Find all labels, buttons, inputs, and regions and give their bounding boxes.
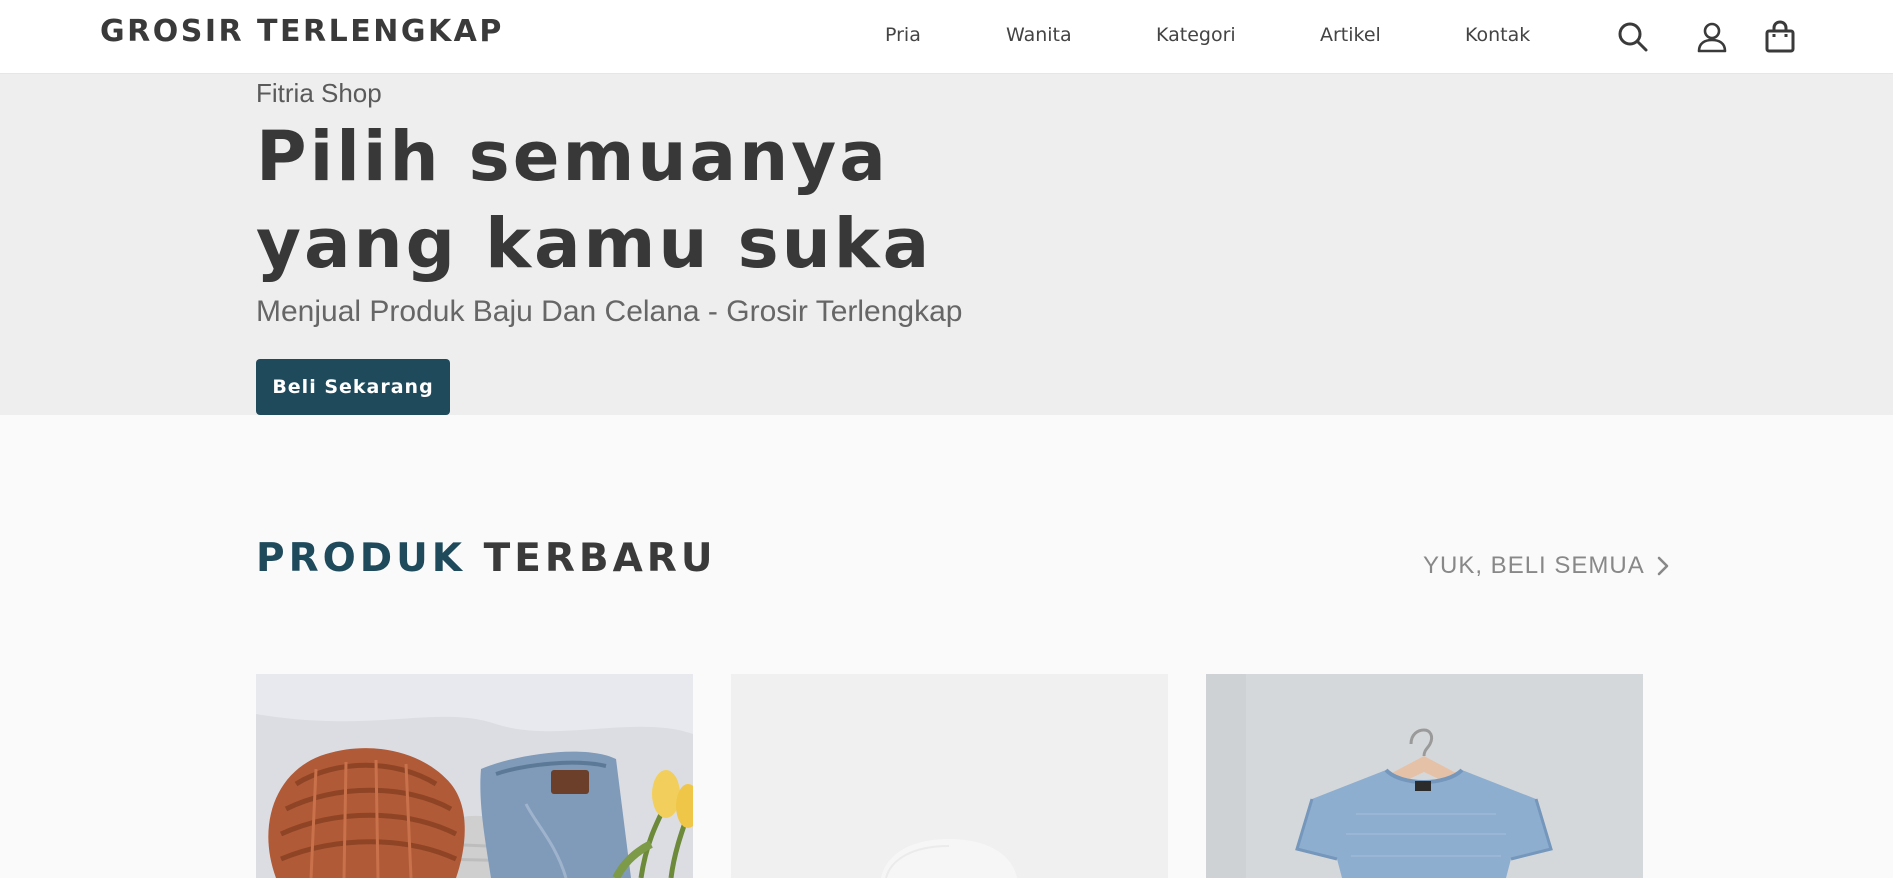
hero-title-line-1: Pilih semuanya: [256, 117, 889, 197]
section-title: PRODUK TERBARU: [256, 536, 717, 581]
hero-title-line-2: yang kamu suka: [256, 204, 933, 284]
shopping-bag-icon[interactable]: [1761, 18, 1799, 56]
nav-item-pria[interactable]: Pria: [885, 24, 921, 46]
see-all-link[interactable]: YUK, BELI SEMUA: [1423, 552, 1671, 580]
product-image-beanie-jeans: [256, 674, 693, 878]
nav-item-kontak[interactable]: Kontak: [1465, 24, 1530, 46]
product-image-white-garment: [731, 674, 1168, 878]
chevron-right-icon: [1657, 556, 1669, 576]
nav-item-wanita[interactable]: Wanita: [1006, 24, 1072, 46]
user-icon[interactable]: [1693, 18, 1731, 56]
hero-shop-name: Fitria Shop: [256, 78, 382, 108]
search-icon[interactable]: [1614, 18, 1652, 56]
product-image-blue-tshirt: [1206, 674, 1643, 878]
site-logo[interactable]: GROSIR TERLENGKAP: [100, 14, 504, 49]
see-all-label: YUK, BELI SEMUA: [1423, 552, 1645, 579]
product-card-3[interactable]: [1206, 674, 1643, 878]
hero-title: Pilih semuanya yang kamu suka: [256, 114, 932, 288]
product-card-1[interactable]: [256, 674, 693, 878]
section-title-part-1: PRODUK: [256, 536, 467, 581]
nav-item-artikel[interactable]: Artikel: [1320, 24, 1381, 46]
hero-banner: Fitria Shop Pilih semuanya yang kamu suk…: [0, 74, 1893, 415]
nav-item-kategori[interactable]: Kategori: [1156, 24, 1236, 46]
hero-subtitle: Menjual Produk Baju Dan Celana - Grosir …: [256, 295, 963, 328]
section-title-part-2: TERBARU: [483, 536, 717, 581]
site-header: GROSIR TERLENGKAP Pria Wanita Kategori A…: [0, 0, 1893, 74]
buy-now-button[interactable]: Beli Sekarang: [256, 359, 450, 415]
product-card-2[interactable]: [731, 674, 1168, 878]
